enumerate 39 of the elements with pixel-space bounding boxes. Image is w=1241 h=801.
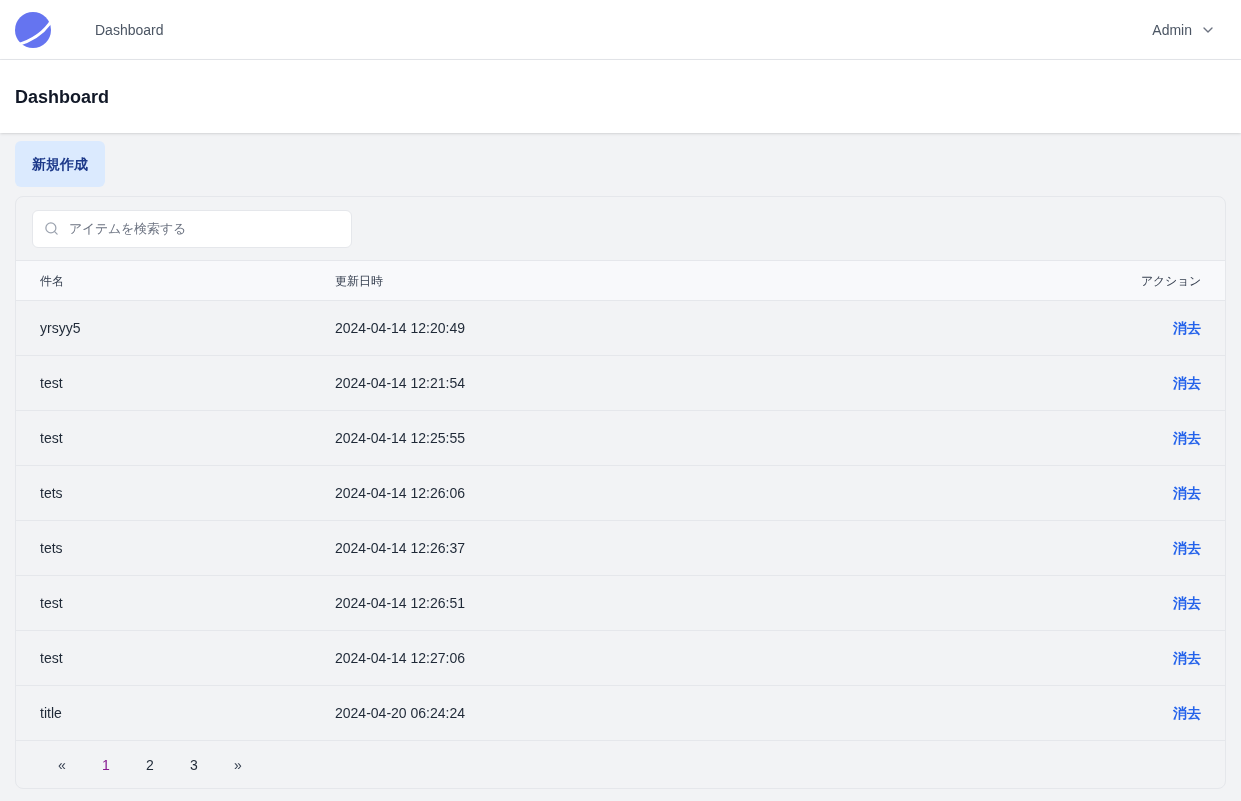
table-cell-text: 2024-04-14 12:26:37 xyxy=(335,539,466,558)
table-cell-text: 2024-04-14 12:26:06 xyxy=(335,484,466,503)
page-link[interactable]: 3 xyxy=(172,754,216,775)
delete-link[interactable]: 消去 xyxy=(1173,483,1201,503)
table-cell-text: test xyxy=(40,649,64,668)
table-cell-text: 2024-04-14 12:25:55 xyxy=(335,429,466,448)
table-cell-text: 2024-04-14 12:27:06 xyxy=(335,649,466,668)
table-cell-text: 2024-04-14 12:20:49 xyxy=(335,319,466,338)
table-cell-text: 2024-04-14 12:26:51 xyxy=(335,594,466,613)
logo-icon[interactable] xyxy=(15,11,51,48)
nav-link[interactable]: Dashboard xyxy=(95,19,164,40)
table-cell-text: yrsyy5 xyxy=(40,319,82,338)
search-field[interactable]: アイテムを検索する xyxy=(32,209,352,248)
delete-link[interactable]: 消去 xyxy=(1173,593,1201,613)
page-title: Dashboard xyxy=(15,85,110,109)
table-cell-text: test xyxy=(40,374,64,393)
column-header: アクション xyxy=(1141,272,1201,289)
delete-link[interactable]: 消去 xyxy=(1173,428,1201,448)
column-header: 件名 xyxy=(40,272,65,289)
delete-link[interactable]: 消去 xyxy=(1173,703,1201,723)
delete-link[interactable]: 消去 xyxy=(1173,318,1201,338)
page-link[interactable]: 2 xyxy=(128,754,172,775)
delete-link[interactable]: 消去 xyxy=(1173,538,1201,558)
page-link[interactable]: 1 xyxy=(84,754,128,775)
table-cell-text: tets xyxy=(40,484,64,503)
delete-link[interactable]: 消去 xyxy=(1173,648,1201,668)
table-cell-text: test xyxy=(40,594,64,613)
table-cell-text: 2024-04-14 12:21:54 xyxy=(335,374,466,393)
create-button[interactable]: 新規作成 xyxy=(15,141,105,187)
next-page-link[interactable]: » xyxy=(216,754,260,775)
table-cell-text: tets xyxy=(40,539,64,558)
table-cell-text: 2024-04-20 06:24:24 xyxy=(335,704,466,723)
previous-page-link[interactable]: « xyxy=(40,754,84,775)
user-menu[interactable]: Admin xyxy=(1152,19,1216,40)
search-icon xyxy=(44,220,59,236)
table-cell-text: title xyxy=(40,704,63,723)
column-header: 更新日時 xyxy=(335,272,384,289)
delete-link[interactable]: 消去 xyxy=(1173,373,1201,393)
table-cell-text: test xyxy=(40,429,64,448)
